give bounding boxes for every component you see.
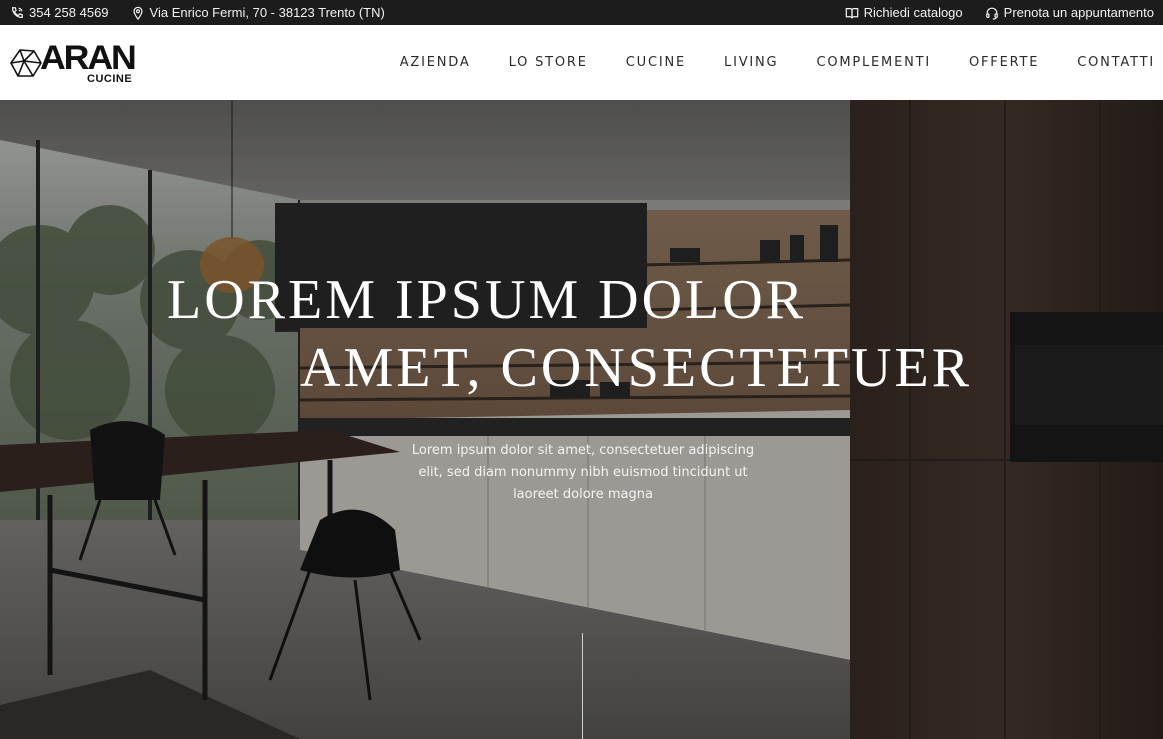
headset-icon (985, 7, 998, 20)
phone-link[interactable]: 354 258 4569 (10, 5, 109, 20)
contact-info: 354 258 4569 Via Enrico Fermi, 70 - 3812… (10, 5, 385, 20)
address-text: Via Enrico Fermi, 70 - 38123 Trento (TN) (149, 5, 385, 20)
appointment-label: Prenota un appuntamento (1003, 5, 1154, 20)
map-pin-icon (132, 6, 143, 20)
top-utility-bar: 354 258 4569 Via Enrico Fermi, 70 - 3812… (0, 0, 1163, 25)
phone-icon (12, 6, 23, 18)
scroll-indicator-line[interactable] (582, 633, 583, 739)
nav-item-complementi[interactable]: COMPLEMENTI (816, 55, 931, 70)
request-catalog-link[interactable]: Richiedi catalogo (845, 5, 963, 20)
catalog-label: Richiedi catalogo (863, 5, 963, 20)
aran-cucine-logo[interactable]: ARAN CUCINE (10, 33, 137, 93)
logo-wordmark: ARAN CUCINE (40, 41, 137, 85)
hero-section: LOREM IPSUM DOLOR AMET, CONSECTETUER Lor… (0, 100, 1163, 739)
topbar-actions: Richiedi catalogo Prenota un appuntament… (845, 5, 1154, 20)
nav-item-cucine[interactable]: CUCINE (626, 55, 686, 70)
site-header: ARAN CUCINE AZIENDA LO STORE CUCINE LIVI… (0, 25, 1163, 100)
hero-headline-line-2: AMET, CONSECTETUER (300, 337, 973, 399)
logo-brand: ARAN (40, 38, 137, 77)
nav-item-lo-store[interactable]: LO STORE (509, 55, 588, 70)
phone-number: 354 258 4569 (29, 5, 109, 20)
nav-item-contatti[interactable]: CONTATTI (1077, 55, 1155, 70)
hero-lead-text: Lorem ipsum dolor sit amet, consectetuer… (411, 443, 755, 502)
nav-item-offerte[interactable]: OFFERTE (969, 55, 1039, 70)
logo-polyhedron-icon (10, 48, 42, 77)
main-nav: AZIENDA LO STORE CUCINE LIVING COMPLEMEN… (400, 55, 1155, 70)
book-icon (845, 7, 858, 18)
nav-item-azienda[interactable]: AZIENDA (400, 55, 471, 70)
hero-headline-line-1: LOREM IPSUM DOLOR (167, 269, 807, 331)
nav-item-living[interactable]: LIVING (724, 55, 778, 70)
book-appointment-link[interactable]: Prenota un appuntamento (985, 5, 1154, 20)
address-link[interactable]: Via Enrico Fermi, 70 - 38123 Trento (TN) (131, 5, 385, 20)
